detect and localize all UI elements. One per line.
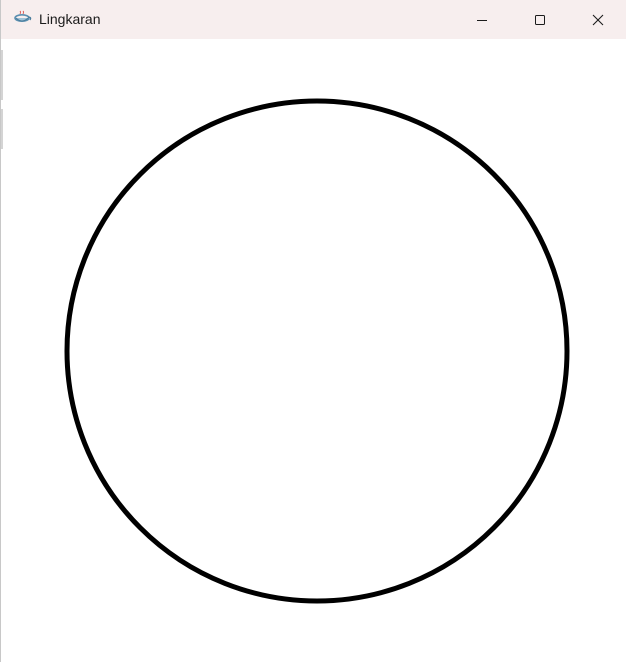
close-button[interactable]: [569, 0, 626, 39]
app-window: Lingkaran: [0, 0, 626, 662]
window-edge-mark: [1, 109, 3, 149]
minimize-button[interactable]: [453, 0, 511, 39]
maximize-button[interactable]: [511, 0, 569, 39]
canvas-svg: [64, 98, 570, 604]
minimize-icon: [477, 19, 487, 21]
maximize-icon: [535, 14, 545, 25]
java-cup-icon: [13, 10, 33, 28]
close-icon: [592, 14, 604, 25]
window-title: Lingkaran: [39, 11, 101, 27]
circle-shape: [64, 98, 570, 604]
window-edge-mark: [1, 50, 3, 100]
drawing-canvas[interactable]: [1, 39, 626, 662]
title-bar[interactable]: Lingkaran: [1, 0, 626, 39]
